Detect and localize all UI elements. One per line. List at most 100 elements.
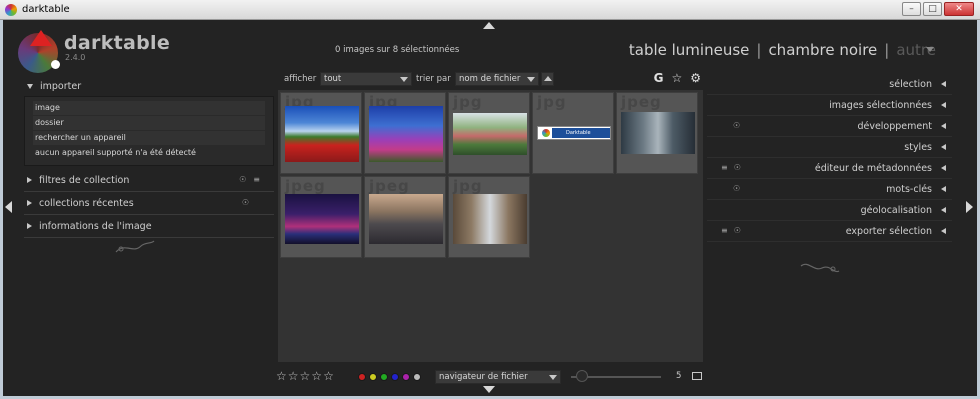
module-export-selected-header[interactable]: ≡ ☉ exporter sélection	[707, 221, 952, 242]
color-label-blue[interactable]	[391, 373, 399, 381]
reset-icon[interactable]: ☉	[734, 163, 741, 172]
image-preview	[621, 112, 695, 154]
image-preview	[285, 106, 359, 162]
browser-select-value: navigateur de fichier	[439, 372, 528, 382]
module-tagging-header[interactable]: ☉ mots-clés	[707, 179, 952, 200]
thumbnail-banner[interactable]: jpg Darktable	[532, 92, 614, 174]
module-import-header[interactable]: importer	[24, 76, 274, 96]
reset-icon[interactable]: ☉	[239, 175, 246, 184]
zoom-slider-handle[interactable]	[576, 370, 588, 382]
color-label-purple[interactable]	[402, 373, 410, 381]
window-titlebar: darktable – □ ✕	[0, 0, 980, 20]
window-controls: – □ ✕	[902, 2, 974, 16]
module-title: collections récentes	[39, 197, 134, 209]
collapse-top-panel-icon[interactable]	[483, 22, 495, 29]
color-label-clear[interactable]	[413, 373, 421, 381]
image-preview	[285, 194, 359, 244]
hat-pompom-icon	[51, 60, 60, 69]
view-switcher: table lumineuse | chambre noire | autre	[629, 41, 936, 59]
collapse-right-panel-icon[interactable]	[966, 201, 973, 213]
show-label: afficher	[284, 74, 317, 84]
sort-value: nom de fichier	[459, 74, 521, 84]
lighttable-grid: jpg jpg jpg jpg Darktable jpeg jpeg jpeg…	[278, 90, 703, 362]
view-lighttable[interactable]: table lumineuse	[629, 41, 750, 59]
color-label-green[interactable]	[380, 373, 388, 381]
settings-icon[interactable]: ⚙	[690, 71, 701, 85]
left-panel: importer image dossier rechercher un app…	[24, 76, 274, 239]
scan-devices-button[interactable]: rechercher un appareil	[33, 131, 265, 145]
module-history-stack-header[interactable]: ☉ développement	[707, 116, 952, 137]
selection-status: 0 images sur 8 sélectionnées	[335, 45, 460, 55]
module-title: images sélectionnées	[829, 100, 932, 111]
star-icon[interactable]: ☆	[276, 369, 288, 383]
thumbnail-buildings[interactable]: jpg	[448, 176, 530, 258]
banner-text: Darktable	[552, 128, 610, 138]
minimize-button[interactable]: –	[902, 2, 921, 16]
right-panel: sélection images sélectionnées ☉ dévelop…	[707, 74, 952, 242]
sort-label: trier par	[416, 74, 451, 84]
reset-icon[interactable]: ☉	[733, 121, 740, 130]
thumbnail-poppies[interactable]: jpg	[280, 92, 362, 174]
import-image-button[interactable]: image	[33, 101, 265, 115]
module-selection-header[interactable]: sélection	[707, 74, 952, 95]
module-title: styles	[904, 142, 932, 153]
reset-icon[interactable]: ☉	[242, 198, 249, 207]
panel-end-ornament-icon	[800, 263, 840, 273]
module-icons: ☉	[733, 121, 740, 130]
color-label-red[interactable]	[358, 373, 366, 381]
show-filter-select[interactable]: tout	[320, 72, 412, 86]
color-label-yellow[interactable]	[369, 373, 377, 381]
module-recent-collections-header[interactable]: collections récentes ☉	[24, 193, 274, 213]
browser-select[interactable]: navigateur de fichier	[435, 370, 561, 384]
collapsed-triangle-icon	[941, 165, 946, 171]
module-collection-filters-header[interactable]: filtres de collection ☉ ≡	[24, 170, 274, 190]
collapsed-triangle-icon	[941, 81, 946, 87]
star-icon[interactable]: ☆	[311, 369, 323, 383]
sort-direction-button[interactable]	[541, 72, 554, 86]
reset-icon[interactable]: ☉	[734, 226, 741, 235]
collapsed-triangle-icon	[941, 144, 946, 150]
module-icons: ≡ ☉	[721, 163, 741, 172]
module-styles-header[interactable]: styles	[707, 137, 952, 158]
window-title: darktable	[22, 4, 70, 15]
close-button[interactable]: ✕	[944, 2, 974, 16]
collapse-bottom-panel-icon[interactable]	[483, 386, 495, 393]
star-icon[interactable]: ☆	[288, 369, 300, 383]
sort-select[interactable]: nom de fichier	[455, 72, 539, 86]
module-title: éditeur de métadonnées	[814, 163, 932, 174]
module-metadata-editor-header[interactable]: ≡ ☉ éditeur de métadonnées	[707, 158, 952, 179]
collapse-left-panel-icon[interactable]	[5, 201, 12, 213]
module-selected-images-header[interactable]: images sélectionnées	[707, 95, 952, 116]
panel-end-ornament-icon	[115, 240, 155, 253]
star-icon[interactable]: ☆	[300, 369, 312, 383]
presets-icon[interactable]: ≡	[721, 226, 728, 235]
reset-icon[interactable]: ☉	[733, 184, 740, 193]
grouping-icon[interactable]: G	[654, 71, 664, 85]
presets-icon[interactable]: ≡	[721, 163, 728, 172]
module-icons: ☉	[242, 198, 249, 207]
thumbnail-garden[interactable]: jpg	[448, 92, 530, 174]
app-version: 2.4.0	[65, 53, 86, 62]
star-icon[interactable]: ☆	[671, 71, 682, 85]
thumbnail-skyline[interactable]: jpeg	[364, 176, 446, 258]
star-icon[interactable]: ☆	[323, 369, 335, 383]
module-image-information-header[interactable]: informations de l'image	[24, 216, 274, 236]
presets-icon[interactable]: ≡	[253, 175, 260, 184]
collapsed-triangle-icon	[941, 186, 946, 192]
thumbnail-flowers[interactable]: jpg	[364, 92, 446, 174]
image-preview: Darktable	[537, 126, 611, 140]
toolbar-icons: G ☆ ⚙	[654, 71, 701, 85]
maximize-button[interactable]: □	[923, 2, 942, 16]
view-darkroom[interactable]: chambre noire	[768, 41, 877, 59]
chevron-down-icon	[527, 77, 535, 82]
chevron-down-icon	[549, 375, 557, 380]
import-folder-button[interactable]: dossier	[33, 116, 265, 130]
views-dropdown-icon[interactable]	[926, 47, 934, 52]
module-geotagging-header[interactable]: géolocalisation	[707, 200, 952, 221]
fullscreen-preview-icon[interactable]	[692, 372, 702, 380]
thumbnail-street[interactable]: jpeg	[616, 92, 698, 174]
darktable-logo	[18, 30, 60, 73]
thumbnail-city-night[interactable]: jpeg	[280, 176, 362, 258]
bottom-toolbar: ☆☆☆☆☆ navigateur de fichier 5	[276, 369, 706, 385]
module-title: développement	[857, 121, 932, 132]
